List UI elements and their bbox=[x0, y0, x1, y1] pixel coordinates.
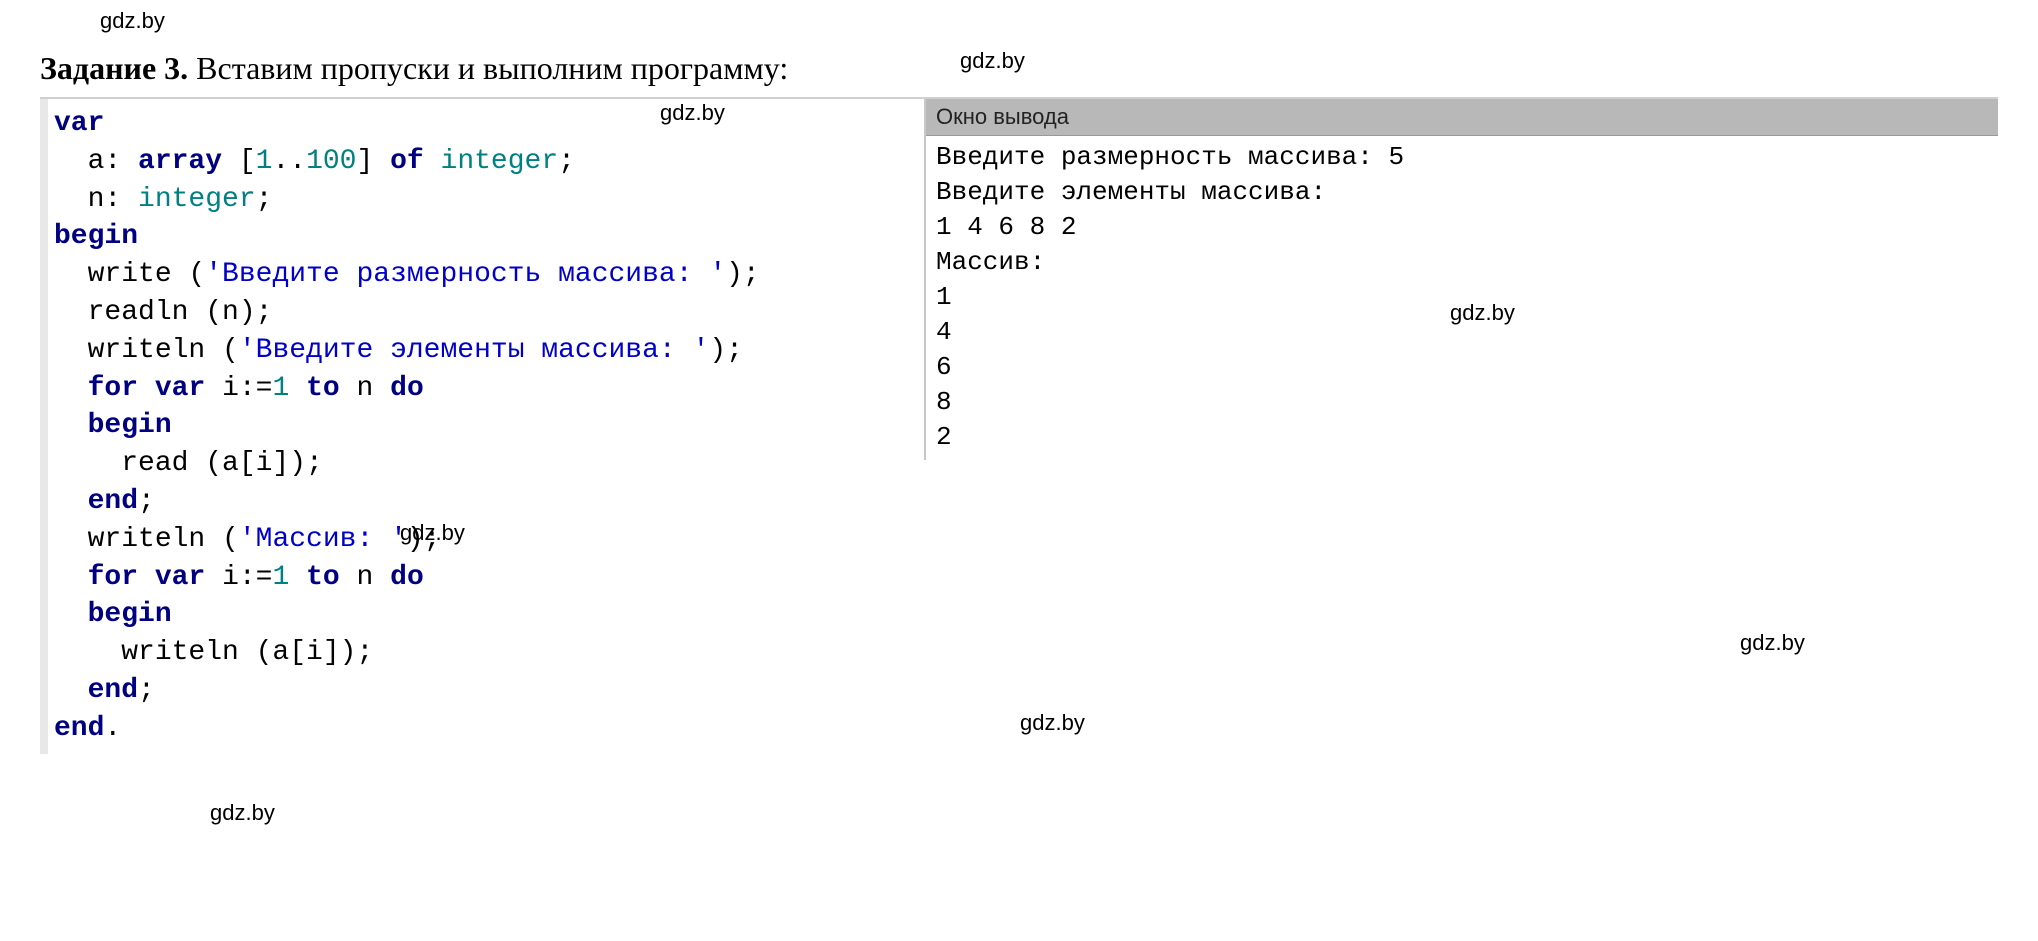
output-line: Введите размерность массива: 5 bbox=[936, 142, 1404, 172]
code-token: to bbox=[306, 562, 340, 593]
code-token: writeln ( bbox=[54, 524, 239, 555]
code-token: ); bbox=[407, 524, 441, 555]
code-token: ); bbox=[726, 259, 760, 290]
code-token: [ bbox=[222, 146, 256, 177]
task-label: Задание 3. bbox=[40, 50, 188, 86]
code-token: for bbox=[88, 562, 138, 593]
code-token: read (a[i]); bbox=[54, 448, 323, 479]
code-token: write ( bbox=[54, 259, 205, 290]
output-line: Массив: bbox=[936, 247, 1045, 277]
code-token: begin bbox=[88, 410, 172, 441]
code-token: . bbox=[104, 713, 121, 744]
code-token bbox=[54, 373, 88, 404]
code-token: do bbox=[390, 373, 424, 404]
code-panel: var a: array [1..100] of integer; n: int… bbox=[40, 99, 924, 754]
code-token: 1 bbox=[272, 562, 289, 593]
code-token bbox=[54, 486, 88, 517]
code-token: a: bbox=[54, 146, 138, 177]
task-text: Вставим пропуски и выполним программу: bbox=[188, 50, 788, 86]
code-token: ); bbox=[709, 335, 743, 366]
code-token: begin bbox=[88, 599, 172, 630]
code-token: end bbox=[54, 713, 104, 744]
code-token: begin bbox=[54, 221, 138, 252]
output-panel: Окно вывода Введите размерность массива:… bbox=[924, 99, 1998, 460]
code-token: ; bbox=[558, 146, 575, 177]
output-body: Введите размерность массива: 5 Введите э… bbox=[926, 136, 1998, 460]
code-token: do bbox=[390, 562, 424, 593]
code-token: n bbox=[340, 562, 390, 593]
code-token: writeln ( bbox=[54, 335, 239, 366]
code-token: 'Введите элементы массива: ' bbox=[239, 335, 709, 366]
code-token: end bbox=[88, 675, 138, 706]
output-line: 4 bbox=[936, 317, 952, 347]
code-token: 'Введите размерность массива: ' bbox=[205, 259, 726, 290]
watermark: gdz.by bbox=[100, 8, 165, 34]
code-token bbox=[138, 562, 155, 593]
code-token: n: bbox=[54, 184, 138, 215]
code-token bbox=[424, 146, 441, 177]
code-token bbox=[54, 675, 88, 706]
code-token: for bbox=[88, 373, 138, 404]
code-token bbox=[289, 373, 306, 404]
code-token: var bbox=[155, 373, 205, 404]
code-token bbox=[54, 562, 88, 593]
output-line: 1 4 6 8 2 bbox=[936, 212, 1076, 242]
code-token bbox=[54, 410, 88, 441]
code-token bbox=[289, 562, 306, 593]
code-token: array bbox=[138, 146, 222, 177]
code-token: i:= bbox=[205, 562, 272, 593]
code-token: integer bbox=[441, 146, 559, 177]
code-token: of bbox=[390, 146, 424, 177]
code-token: ] bbox=[356, 146, 390, 177]
output-line: 1 bbox=[936, 282, 952, 312]
code-token: to bbox=[306, 373, 340, 404]
code-token: 100 bbox=[306, 146, 356, 177]
output-header: Окно вывода bbox=[926, 99, 1998, 136]
code-token: 1 bbox=[256, 146, 273, 177]
code-token: var bbox=[155, 562, 205, 593]
code-token: 1 bbox=[272, 373, 289, 404]
code-token: 'Массив: ' bbox=[239, 524, 407, 555]
code-token: var bbox=[54, 108, 104, 139]
task-heading: Задание 3. Вставим пропуски и выполним п… bbox=[40, 50, 1998, 87]
code-token: .. bbox=[272, 146, 306, 177]
code-token: n bbox=[340, 373, 390, 404]
panels: var a: array [1..100] of integer; n: int… bbox=[40, 97, 1998, 754]
code-token: ; bbox=[138, 486, 155, 517]
code-token: i:= bbox=[205, 373, 272, 404]
output-line: 2 bbox=[936, 422, 952, 452]
code-token: end bbox=[88, 486, 138, 517]
output-line: 8 bbox=[936, 387, 952, 417]
output-line: Введите элементы массива: bbox=[936, 177, 1326, 207]
code-token: readln (n); bbox=[54, 297, 272, 328]
code-token: integer bbox=[138, 184, 256, 215]
code-token: ; bbox=[256, 184, 273, 215]
code-token: ; bbox=[138, 675, 155, 706]
code-token bbox=[138, 373, 155, 404]
output-line: 6 bbox=[936, 352, 952, 382]
code-token: writeln (a[i]); bbox=[54, 637, 373, 668]
code-token bbox=[54, 599, 88, 630]
watermark: gdz.by bbox=[210, 800, 275, 826]
